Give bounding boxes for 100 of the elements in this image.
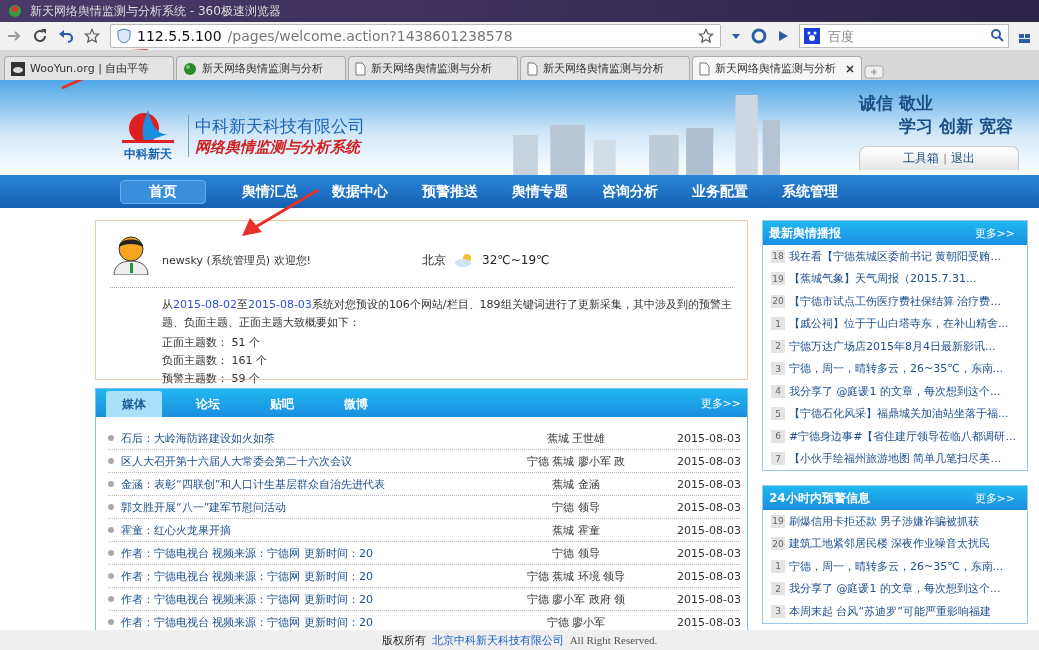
star-icon[interactable] [84,28,100,44]
date-link[interactable]: 2015-08-02 [173,298,237,311]
browser-tab[interactable]: 新天网络舆情监测与分析 [176,56,346,80]
toolbox-link[interactable]: 工具箱 [903,150,940,167]
page-icon [699,61,710,76]
address-bar[interactable]: 112.5.5.100 /pages/welcome.action?1438601238578 [110,24,721,48]
panel-item[interactable]: 7 【小伙手绘福州旅游地图 简单几笔扫尽美... [763,447,1027,470]
play-icon[interactable] [777,30,789,42]
address-path: /pages/welcome.action?1438601238578 [227,28,514,44]
stat-text: 负面主题数： 161 个 [162,353,268,369]
panel-item[interactable]: 1 【戚公祠】位于于山白塔寺东，在补山精舍... [763,312,1027,335]
item-text: #宁德身边事#【省住建厅领导莅临八都调研... [789,428,1016,444]
item-number: 18 [771,249,785,263]
news-title[interactable]: 区人大召开第十六届人大常委会第二十六次会议 [121,453,491,469]
copyright-text: 版权所有 [381,632,426,648]
date-link[interactable]: 2015-08-03 [247,298,312,311]
panel-title: 最新舆情播报 [769,224,841,242]
news-title[interactable]: 作者：宁德电视台 视频来源：宁德网 更新时间：20 [121,591,491,607]
panel-item[interactable]: 20 建筑工地紧邻居民楼 深夜作业噪音太扰民 [763,532,1027,555]
bullet-icon [108,435,114,441]
item-text: 我分享了 @庭谖1 的文章，每次想到这个... [789,581,1001,597]
panel-item[interactable]: 19 刷爆信用卡拒还款 男子涉嫌诈骗被抓获 [763,510,1027,533]
panel-item[interactable]: 5 【宁德石化风采】福鼎城关加油站坐落于福... [763,402,1027,425]
news-tags: 蕉城 王世雄 [491,430,661,446]
panel-item[interactable]: 19 【蕉城气象】天气周报（2015.7.31... [763,267,1027,290]
item-number: 3 [771,604,785,618]
star-icon[interactable] [698,28,714,44]
item-number: 3 [771,362,785,376]
slogan: 诚信 敬业 [859,92,933,115]
cloud-icon [11,61,25,76]
undo-icon[interactable] [58,28,74,44]
page-icon [355,61,366,76]
logout-link[interactable]: 退出 [950,150,975,167]
browser-tab[interactable]: 新天网络舆情监测与分析 [348,56,518,80]
news-tags: 宁德 领导 [491,499,661,515]
stat-text: 正面主题数： 51 个 [162,335,261,351]
item-text: 宁德万达广场店2015年8月4日最新影讯... [789,338,996,354]
news-date: 2015-08-03 [676,500,741,514]
company-name: 中科新天科技有限公司 [195,114,365,138]
item-text: 建筑工地紧邻居民楼 深夜作业噪音太扰民 [789,536,991,552]
browser-tab[interactable]: 新天网络舆情监测与分析 [692,56,862,80]
nav-item[interactable]: 业务配置 [692,179,748,204]
panel-item[interactable]: 3 宁德，周一，晴转多云，26~35℃，东南... [763,357,1027,380]
item-number: 2 [771,339,785,353]
item-text: 我在看【宁德蕉城区委前书记 黄朝阳受贿... [789,248,1001,264]
news-title[interactable]: 霍童：红心火龙果开摘 [121,522,491,538]
news-date: 2015-08-03 [676,569,741,583]
panel-item[interactable]: 3 本周末起 台风“苏迪罗”可能严重影响福建 [763,600,1027,623]
item-text: 我分享了 @庭谖1 的文章，每次想到这个... [789,383,1001,399]
news-date: 2015-08-03 [676,431,741,445]
city-name: 北京 [422,251,446,269]
news-date: 2015-08-03 [676,592,741,606]
bullet-icon [108,573,114,579]
panel-item[interactable]: 2 宁德万达广场店2015年8月4日最新影讯... [763,335,1027,358]
item-text: 本周末起 台风“苏迪罗”可能严重影响福建 [789,603,991,619]
item-number: 20 [771,294,785,308]
media-tab[interactable]: 媒体 [106,391,162,417]
browser-tab[interactable]: 新天网络舆情监测与分析 [520,56,690,80]
nav-item[interactable]: 系统管理 [782,179,838,204]
news-tags: 蕉城 霍童 [491,522,661,538]
news-date: 2015-08-03 [676,477,741,491]
news-title[interactable]: 作者：宁德电视台 视频来源：宁德网 更新时间：20 [121,545,491,561]
item-text: 【宁德市试点工伤医疗费社保结算 治疗费... [789,293,1001,309]
ie-icon[interactable] [751,28,767,44]
nav-item[interactable]: 舆情专题 [512,179,568,204]
news-tags: 宁德 廖小军 政府 领 [491,591,661,607]
company-link[interactable]: 北京中科新天科技有限公司 [431,632,564,648]
news-title[interactable]: 作者：宁德电视台 视频来源：宁德网 更新时间：20 [121,614,491,630]
panel-item[interactable]: 1 宁德，周一，晴转多云，26~35℃，东南... [763,555,1027,578]
news-date: 2015-08-03 [676,454,741,468]
news-title[interactable]: 石后：大岭海防路建设如火如荼 [121,430,491,446]
news-title[interactable]: 金涵：表彰“四联创”和人口计生基层群众自治先进代表 [121,476,491,492]
news-title[interactable]: 作者：宁德电视台 视频来源：宁德网 更新时间：20 [121,568,491,584]
panel-item[interactable]: 6 #宁德身边事#【省住建厅领导莅临八都调研... [763,425,1027,448]
panel-item[interactable]: 2 我分享了 @庭谖1 的文章，每次想到这个... [763,577,1027,600]
panel-title: 24小时内预警信息 [769,489,870,507]
nav-item[interactable]: 预警推送 [422,179,478,204]
search-icon[interactable] [990,28,1004,42]
panel-item[interactable]: 4 我分享了 @庭谖1 的文章，每次想到这个... [763,380,1027,403]
item-text: 刷爆信用卡拒还款 男子涉嫌诈骗被抓获 [789,513,980,529]
browser-tab[interactable]: WooYun.org | 自由平等 [4,56,174,80]
item-text: 宁德，周一，晴转多云，26~35℃，东南... [789,361,1004,377]
bullet-icon [108,596,114,602]
item-number: 2 [771,582,785,596]
nav-item[interactable]: 舆情汇总 [242,179,298,204]
item-text: 【蕉城气象】天气周报（2015.7.31... [789,271,977,287]
news-tags: 宁德 廖小军 [491,614,661,630]
reload-icon[interactable] [32,28,48,44]
panel-item[interactable]: 18 我在看【宁德蕉城区委前书记 黄朝阳受贿... [763,245,1027,268]
system-name: 网络舆情监测与分析系统 [195,137,363,157]
nav-item[interactable]: 咨询分析 [602,179,658,204]
separator: | [943,152,947,165]
item-number: 4 [771,384,785,398]
search-field[interactable]: 百度 [799,24,1009,48]
panel-item[interactable]: 20 【宁德市试点工伤医疗费社保结算 治疗费... [763,290,1027,313]
nav-item[interactable]: 数据中心 [332,179,388,204]
globe-icon [183,61,197,76]
news-title[interactable]: 郭文胜开展“八一”建军节慰问活动 [121,499,491,515]
temperature: 32℃~19℃ [482,253,550,267]
browser-logo-icon [8,3,22,19]
